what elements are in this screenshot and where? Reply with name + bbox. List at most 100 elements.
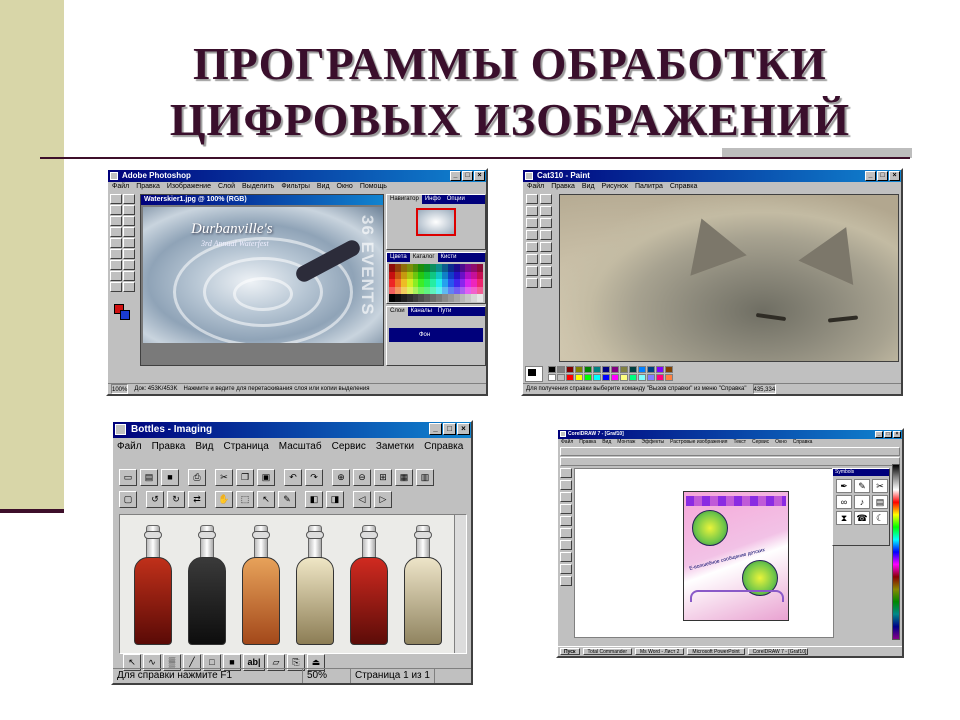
close-button[interactable]: × <box>893 431 901 438</box>
brush-tool-icon[interactable] <box>110 227 122 237</box>
text-tool-icon[interactable] <box>560 552 572 562</box>
symbol-pencil-icon[interactable]: ✎ <box>854 479 870 493</box>
palette-color[interactable] <box>665 366 673 373</box>
symbol-scissors-icon[interactable]: ✂ <box>872 479 888 493</box>
palette-color[interactable] <box>566 374 574 381</box>
coreldraw-color-palette[interactable] <box>892 464 900 640</box>
color-2-icon[interactable]: ◨ <box>326 490 344 508</box>
fill-tool-icon[interactable] <box>540 206 552 216</box>
lasso-tool-icon[interactable] <box>110 205 122 215</box>
palette-color[interactable] <box>566 366 574 373</box>
symbol-hourglass-icon[interactable]: ⧗ <box>836 511 852 525</box>
palette-color[interactable] <box>557 374 565 381</box>
cut-icon[interactable]: ✂ <box>215 468 233 486</box>
palette-color[interactable] <box>629 366 637 373</box>
coreldraw-window[interactable]: CorelDRAW 7 - [Graf10] _ □ × Файл Правка… <box>556 428 904 658</box>
outline-tool-icon[interactable] <box>560 564 572 574</box>
prev-page-icon[interactable]: ◁ <box>353 490 371 508</box>
symbol-bell-icon[interactable]: ♪ <box>854 495 870 509</box>
menu-annotations[interactable]: Заметки <box>376 440 414 464</box>
coreldraw-titlebar[interactable]: CorelDRAW 7 - [Graf10] _ □ × <box>558 430 902 439</box>
stamp-tool-icon[interactable] <box>110 238 122 248</box>
menu-effects[interactable]: Эффекты <box>641 439 664 446</box>
menu-help[interactable]: Справка <box>793 439 813 446</box>
close-button[interactable]: × <box>889 171 900 181</box>
palette-color[interactable] <box>557 366 565 373</box>
shape-tool-icon[interactable] <box>560 480 572 490</box>
photoshop-document-window[interactable]: Waterskier1.jpg @ 100% (RGB) Durbanville… <box>140 194 384 366</box>
taskbar-item[interactable]: CorelDRAW 7 - [Graf10] <box>747 648 808 655</box>
photoshop-window[interactable]: Adobe Photoshop _ □ × Файл Правка Изобра… <box>106 168 488 396</box>
coreldraw-standard-toolbar[interactable] <box>560 447 900 456</box>
rotate-right-icon[interactable]: ↻ <box>167 490 185 508</box>
polygon-tool-icon[interactable] <box>540 266 552 276</box>
hand-tool-icon[interactable] <box>110 282 122 292</box>
maximize-button[interactable]: □ <box>462 171 473 181</box>
close-button[interactable]: × <box>474 171 485 181</box>
airbrush-tool-icon[interactable] <box>526 242 538 252</box>
thumbnails-icon[interactable]: ▦ <box>395 468 413 486</box>
new-file-icon[interactable]: ▭ <box>119 468 137 486</box>
palette-color[interactable] <box>638 366 646 373</box>
blur-tool-icon[interactable] <box>110 260 122 270</box>
photoshop-titlebar[interactable]: Adobe Photoshop _ □ × <box>108 170 486 182</box>
paint-titlebar[interactable]: Cat310 - Paint _ □ × <box>523 170 901 182</box>
freehand-tool-icon[interactable] <box>560 504 572 514</box>
rect-select-tool-icon[interactable] <box>540 194 552 204</box>
menu-bitmaps[interactable]: Растровые изображения <box>670 439 727 446</box>
menu-edit[interactable]: Правка <box>152 440 186 464</box>
menu-edit[interactable]: Правка <box>551 183 575 191</box>
minimize-button[interactable]: _ <box>450 171 461 181</box>
swatch-cell[interactable] <box>477 279 483 287</box>
background-color-swatch[interactable] <box>120 310 130 320</box>
pen-tool-icon[interactable] <box>110 271 122 281</box>
polygon-tool-icon[interactable] <box>560 540 572 550</box>
line-tool-icon[interactable] <box>526 254 538 264</box>
save-icon[interactable]: ■ <box>161 468 179 486</box>
palette-color[interactable] <box>656 366 664 373</box>
paint-canvas-kitten[interactable] <box>559 194 899 362</box>
menu-layout[interactable]: Монтаж <box>617 439 635 446</box>
redo-icon[interactable]: ↷ <box>305 468 323 486</box>
maximize-button[interactable]: □ <box>884 431 892 438</box>
zoom-out-icon[interactable]: ⊖ <box>353 468 371 486</box>
swatch-cell[interactable] <box>477 294 483 302</box>
menu-tools[interactable]: Сервис <box>332 440 366 464</box>
eraser-tool-icon[interactable] <box>526 206 538 216</box>
text-tool-icon[interactable] <box>540 242 552 252</box>
tab-paths[interactable]: Пути <box>435 307 454 316</box>
eraser-tool-icon[interactable] <box>110 249 122 259</box>
pointer-icon[interactable]: ↖ <box>257 490 275 508</box>
current-colors[interactable] <box>525 366 543 382</box>
minimize-button[interactable]: _ <box>865 171 876 181</box>
tab-swatches[interactable]: Каталог <box>409 253 438 262</box>
rounded-rect-tool-icon[interactable] <box>540 278 552 288</box>
pick-tool-icon[interactable] <box>560 468 572 478</box>
rotate-left-icon[interactable]: ↺ <box>146 490 164 508</box>
swatch-cell[interactable] <box>477 271 483 280</box>
drag-hand-icon[interactable]: ✋ <box>215 490 233 508</box>
taskbar-item[interactable]: Ms Word - Лист 2 <box>635 648 685 655</box>
imaging-titlebar[interactable]: Bottles - Imaging _ □ × <box>113 422 471 438</box>
marquee-tool-icon[interactable] <box>110 194 122 204</box>
palette-color[interactable] <box>593 366 601 373</box>
tab-info[interactable]: Инфо <box>422 195 444 204</box>
symbol-moon-icon[interactable]: ☾ <box>872 511 888 525</box>
minimize-button[interactable]: _ <box>429 423 442 435</box>
paint-window[interactable]: Cat310 - Paint _ □ × Файл Правка Вид Рис… <box>521 168 903 396</box>
color-icon[interactable]: ◧ <box>305 490 323 508</box>
pencil-tool-icon[interactable] <box>526 230 538 240</box>
palette-color[interactable] <box>548 366 556 373</box>
magnifier-tool-icon[interactable] <box>540 218 552 228</box>
layer-row[interactable]: Фон <box>389 328 483 342</box>
zoom-in-icon[interactable]: ⊕ <box>332 468 350 486</box>
open-folder-icon[interactable]: ▤ <box>140 468 158 486</box>
palette-grid[interactable] <box>548 366 673 382</box>
symbol-glasses-icon[interactable]: ∞ <box>836 495 852 509</box>
palette-color[interactable] <box>647 374 655 381</box>
navigator-thumbnail[interactable] <box>416 208 456 236</box>
scan-icon[interactable]: ▢ <box>119 490 137 508</box>
close-button[interactable]: × <box>457 423 470 435</box>
imaging-image-view[interactable] <box>119 514 467 654</box>
tab-layers[interactable]: Слои <box>387 307 408 316</box>
